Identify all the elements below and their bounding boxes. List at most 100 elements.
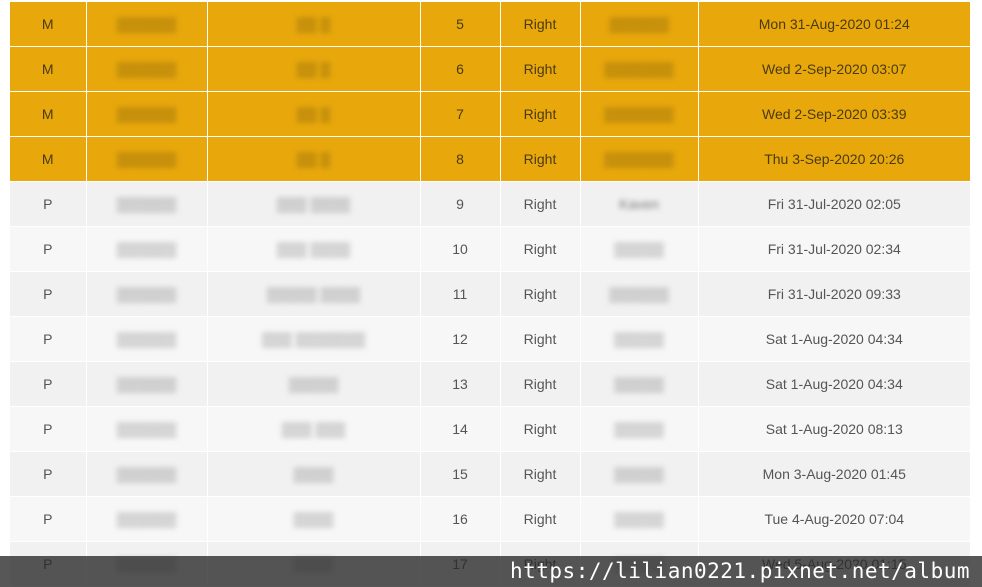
date-cell-text: Mon 31-Aug-2020 01:24 bbox=[758, 16, 910, 32]
id-cell-text: ▒▒▒▒▒▒ bbox=[116, 331, 177, 347]
table-row[interactable]: P ▒▒▒▒▒▒ ▒▒▒ ▒▒▒▒ 10 Right ▒▒▒▒▒ Fri 31-Jul-20… bbox=[10, 226, 970, 272]
date-cell-text: Fri 31-Jul-2020 02:05 bbox=[767, 196, 901, 212]
type-cell: P bbox=[10, 181, 87, 227]
number-cell-text: 7 bbox=[456, 106, 464, 122]
date-cell: Fri 31-Jul-2020 09:33 bbox=[698, 271, 970, 317]
type-cell: P bbox=[10, 496, 87, 542]
number-cell: 10 bbox=[420, 226, 501, 272]
type-cell-text: P bbox=[43, 286, 53, 302]
name-cell-text: ▒▒ ▒ bbox=[296, 16, 331, 32]
user-cell: ▒▒▒▒▒▒ bbox=[580, 2, 699, 47]
table-row[interactable]: P ▒▒▒▒▒▒ ▒▒▒ ▒▒▒ 14 Right ▒▒▒▒▒ Sat 1-Aug-2020… bbox=[10, 406, 970, 452]
name-cell: ▒▒▒ ▒▒▒▒▒▒▒ bbox=[207, 316, 421, 362]
table-row[interactable]: P ▒▒▒▒▒▒ ▒▒▒▒ 15 Right ▒▒▒▒▒ Mon 3-Aug-2020 01… bbox=[10, 451, 970, 497]
side-cell-text: Right bbox=[523, 331, 557, 347]
table-row[interactable]: M ▒▒▒▒▒▒ ▒▒ ▒ 7 Right ▒▒▒▒▒▒▒ Wed 2-Sep-2020 0… bbox=[10, 91, 970, 137]
number-cell-text: 12 bbox=[452, 331, 468, 347]
side-cell-text: Right bbox=[523, 286, 557, 302]
type-cell-text: P bbox=[43, 241, 53, 257]
name-cell: ▒▒▒▒▒ bbox=[207, 361, 421, 407]
table-row[interactable]: P ▒▒▒▒▒▒ ▒▒▒ ▒▒▒▒▒▒▒ 12 Right ▒▒▒▒▒ Sat 1-Aug-… bbox=[10, 316, 970, 362]
side-cell-text: Right bbox=[523, 421, 557, 437]
number-cell-text: 10 bbox=[452, 241, 468, 257]
date-cell-text: Thu 3-Sep-2020 20:26 bbox=[764, 151, 905, 167]
table-row[interactable]: M ▒▒▒▒▒▒ ▒▒ ▒ 5 Right ▒▒▒▒▒▒ Mon 31-Aug-2020 0… bbox=[10, 2, 970, 47]
name-cell-text: ▒▒ ▒ bbox=[296, 106, 331, 122]
user-cell: ▒▒▒▒▒ bbox=[580, 451, 699, 497]
date-cell: Fri 31-Jul-2020 02:05 bbox=[698, 181, 970, 227]
date-cell: Wed 2-Sep-2020 03:39 bbox=[698, 91, 970, 137]
number-cell: 5 bbox=[420, 2, 501, 47]
name-cell-text: ▒▒ ▒ bbox=[296, 61, 331, 77]
number-cell-text: 13 bbox=[452, 376, 468, 392]
name-cell-text: ▒▒▒▒▒ bbox=[288, 376, 339, 392]
number-cell-text: 8 bbox=[456, 151, 464, 167]
id-cell: ▒▒▒▒▒▒ bbox=[86, 496, 208, 542]
name-cell-text: ▒▒ ▒ bbox=[296, 151, 331, 167]
user-cell-text: ▒▒▒▒▒ bbox=[614, 331, 664, 347]
side-cell: Right bbox=[500, 451, 581, 497]
number-cell-text: 9 bbox=[456, 196, 464, 212]
name-cell: ▒▒▒▒ bbox=[207, 451, 421, 497]
user-cell: ▒▒▒▒▒ bbox=[580, 226, 699, 272]
type-cell-text: M bbox=[41, 61, 54, 77]
table-row[interactable]: M ▒▒▒▒▒▒ ▒▒ ▒ 8 Right ▒▒▒▒▒▒▒ Thu 3-Sep-2020 2… bbox=[10, 136, 970, 182]
user-cell-text: ▒▒▒▒▒ bbox=[614, 466, 664, 482]
name-cell: ▒▒▒ ▒▒▒▒ bbox=[207, 181, 421, 227]
id-cell: ▒▒▒▒▒▒ bbox=[86, 226, 208, 272]
id-cell: ▒▒▒▒▒▒ bbox=[86, 46, 208, 92]
type-cell: M bbox=[10, 46, 87, 92]
id-cell-text: ▒▒▒▒▒▒ bbox=[116, 466, 177, 482]
side-cell: Right bbox=[500, 496, 581, 542]
id-cell: ▒▒▒▒▒▒ bbox=[86, 316, 208, 362]
date-cell-text: Mon 3-Aug-2020 01:45 bbox=[762, 466, 906, 482]
id-cell-text: ▒▒▒▒▒▒ bbox=[116, 151, 177, 167]
date-cell-text: Tue 4-Aug-2020 07:04 bbox=[764, 511, 905, 527]
number-cell: 14 bbox=[420, 406, 501, 452]
side-cell: Right bbox=[500, 226, 581, 272]
type-cell-text: P bbox=[43, 466, 53, 482]
name-cell-text: ▒▒▒ ▒▒▒▒▒▒▒ bbox=[261, 331, 366, 347]
date-cell-text: Fri 31-Jul-2020 09:33 bbox=[767, 286, 901, 302]
table-row[interactable]: P ▒▒▒▒▒▒ ▒▒▒▒▒ ▒▒▒▒ 11 Right ▒▒▒▒▒▒ Fri 31-Jul… bbox=[10, 271, 970, 317]
number-cell-text: 16 bbox=[452, 511, 468, 527]
type-cell-text: M bbox=[41, 106, 54, 122]
name-cell-text: ▒▒▒▒▒ ▒▒▒▒ bbox=[266, 286, 361, 302]
date-cell-text: Fri 31-Jul-2020 02:34 bbox=[767, 241, 901, 257]
number-cell: 9 bbox=[420, 181, 501, 227]
date-cell: Sat 1-Aug-2020 04:34 bbox=[698, 316, 970, 362]
number-cell: 16 bbox=[420, 496, 501, 542]
side-cell-text: Right bbox=[523, 61, 557, 77]
table-row[interactable]: P ▒▒▒▒▒▒ ▒▒▒ ▒▒▒▒ 9 Right Kaven Fri 31-Jul-202… bbox=[10, 181, 970, 227]
id-cell-text: ▒▒▒▒▒▒ bbox=[116, 106, 177, 122]
date-cell-text: Sat 1-Aug-2020 04:34 bbox=[765, 331, 903, 347]
id-cell-text: ▒▒▒▒▒▒ bbox=[116, 16, 177, 32]
id-cell-text: ▒▒▒▒▒▒ bbox=[116, 241, 177, 257]
table-row[interactable]: P ▒▒▒▒▒▒ ▒▒▒▒ 16 Right ▒▒▒▒▒ Tue 4-Aug-2020 07… bbox=[10, 496, 970, 542]
id-cell: ▒▒▒▒▒▒ bbox=[86, 2, 208, 47]
name-cell: ▒▒ ▒ bbox=[207, 136, 421, 182]
type-cell-text: M bbox=[41, 151, 54, 167]
number-cell-text: 14 bbox=[452, 421, 468, 437]
type-cell: P bbox=[10, 451, 87, 497]
name-cell: ▒▒▒ ▒▒▒ bbox=[207, 406, 421, 452]
date-cell: Mon 3-Aug-2020 01:45 bbox=[698, 451, 970, 497]
side-cell: Right bbox=[500, 2, 581, 47]
side-cell-text: Right bbox=[523, 466, 557, 482]
id-cell-text: ▒▒▒▒▒▒ bbox=[116, 511, 177, 527]
id-cell: ▒▒▒▒▒▒ bbox=[86, 361, 208, 407]
number-cell: 8 bbox=[420, 136, 501, 182]
table-row[interactable]: M ▒▒▒▒▒▒ ▒▒ ▒ 6 Right ▒▒▒▒▒▒▒ Wed 2-Sep-2020 0… bbox=[10, 46, 970, 92]
side-cell-text: Right bbox=[523, 511, 557, 527]
name-cell: ▒▒▒ ▒▒▒▒ bbox=[207, 226, 421, 272]
date-cell: Tue 4-Aug-2020 07:04 bbox=[698, 496, 970, 542]
records-table: M ▒▒▒▒▒▒ ▒▒ ▒ 5 Right ▒▒▒▒▒▒ Mon 31-Aug-2020 0… bbox=[10, 2, 970, 587]
user-cell-text: ▒▒▒▒▒ bbox=[614, 421, 664, 437]
name-cell-text: ▒▒▒ ▒▒▒ bbox=[281, 421, 346, 437]
user-cell: ▒▒▒▒▒ bbox=[580, 406, 699, 452]
name-cell: ▒▒ ▒ bbox=[207, 91, 421, 137]
table-row[interactable]: P ▒▒▒▒▒▒ ▒▒▒▒▒ 13 Right ▒▒▒▒▒ Sat 1-Aug-2020 0… bbox=[10, 361, 970, 407]
id-cell: ▒▒▒▒▒▒ bbox=[86, 136, 208, 182]
id-cell: ▒▒▒▒▒▒ bbox=[86, 451, 208, 497]
number-cell-text: 11 bbox=[452, 286, 468, 302]
